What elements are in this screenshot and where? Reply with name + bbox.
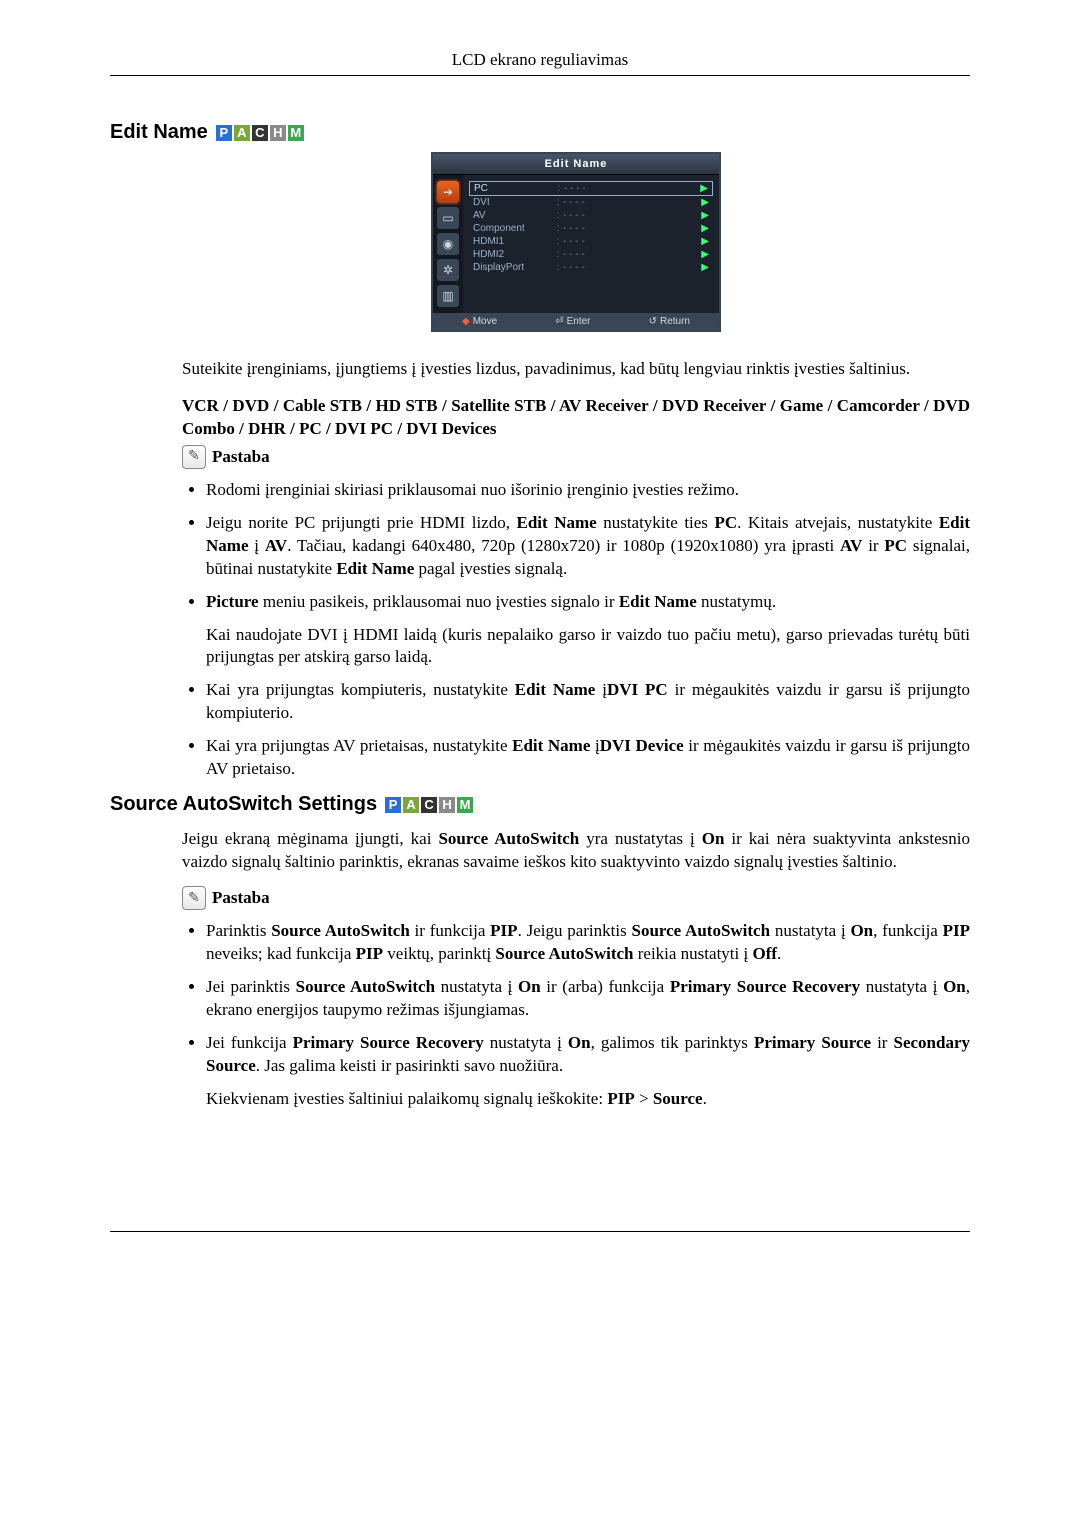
section-title: Source AutoSwitch Settings	[110, 793, 377, 816]
osd-row-value: - - - -	[564, 183, 700, 194]
osd-list: PC : - - - - ▶ DVI:- - - -▶ AV:- - - -▶ …	[463, 175, 719, 313]
osd-icon-sound: ◉	[437, 233, 459, 255]
bullet-item: Jeigu norite PC prijungti prie HDMI lizd…	[206, 512, 970, 581]
footer-rule	[110, 1231, 970, 1232]
bullet-item: Jei funkcija Primary Source Recovery nus…	[206, 1032, 970, 1111]
arrow-right-icon: ▶	[701, 236, 709, 247]
osd-footer: ◆Move ⏎Enter ↺Return	[433, 313, 719, 330]
badge-h-icon: H	[439, 797, 455, 813]
osd-row[interactable]: Component:- - - -▶	[469, 222, 713, 235]
arrow-right-icon: ▶	[701, 210, 709, 221]
badge-m-icon: M	[288, 125, 304, 141]
arrow-right-icon: ▶	[701, 223, 709, 234]
osd-hint-move: ◆Move	[462, 316, 497, 327]
arrow-right-icon: ▶	[701, 197, 709, 208]
osd-row[interactable]: HDMI2:- - - -▶	[469, 248, 713, 261]
bullet-item: Jei parinktis Source AutoSwitch nustatyt…	[206, 976, 970, 1022]
badge-a-icon: A	[403, 797, 419, 813]
section-autoswitch-content: Jeigu ekraną mėginama įjungti, kai Sourc…	[182, 828, 970, 1110]
osd-row[interactable]: DVI:- - - -▶	[469, 196, 713, 209]
badge-h-icon: H	[270, 125, 286, 141]
badge-c-icon: C	[421, 797, 437, 813]
osd-row[interactable]: PC : - - - - ▶	[469, 181, 713, 196]
section-title: Edit Name	[110, 121, 208, 144]
section-edit-name-heading: Edit Name P A C H M	[110, 121, 970, 144]
bullet-item: Parinktis Source AutoSwitch ir funkcija …	[206, 920, 970, 966]
page-header: LCD ekrano reguliavimas	[110, 50, 970, 76]
bullet-item: Kai yra prijungtas AV prietaisas, nustat…	[206, 735, 970, 781]
note-label: Pastaba	[212, 888, 270, 908]
arrow-right-icon: ▶	[701, 249, 709, 260]
osd-sidebar: ➜ ▭ ◉ ✲ ▥	[433, 175, 463, 313]
sub-paragraph: Kiekvienam įvesties šaltiniui palaikomų …	[206, 1088, 970, 1111]
osd-panel: Edit Name ➜ ▭ ◉ ✲ ▥ PC : - - - - ▶ DVI:-…	[431, 152, 721, 332]
bullet-list: Parinktis Source AutoSwitch ir funkcija …	[182, 920, 970, 1111]
osd-icon-input: ➜	[437, 181, 459, 203]
badge-p-icon: P	[385, 797, 401, 813]
bullet-item: Kai yra prijungtas kompiuteris, nustatyk…	[206, 679, 970, 725]
bullet-item: Rodomi įrenginiai skiriasi priklausomai …	[206, 479, 970, 502]
bullet-list: Rodomi įrenginiai skiriasi priklausomai …	[182, 479, 970, 781]
note-icon: ✎	[182, 445, 206, 469]
note: ✎ Pastaba	[182, 445, 970, 469]
osd-hint-return: ↺Return	[649, 316, 690, 327]
arrow-right-icon: ▶	[700, 183, 708, 194]
note-icon: ✎	[182, 886, 206, 910]
badge-a-icon: A	[234, 125, 250, 141]
osd-row[interactable]: HDMI1:- - - -▶	[469, 235, 713, 248]
osd-row[interactable]: DisplayPort:- - - -▶	[469, 261, 713, 274]
osd-row-label: PC	[474, 183, 554, 194]
osd-icon-picture: ▭	[437, 207, 459, 229]
options-list: VCR / DVD / Cable STB / HD STB / Satelli…	[182, 395, 970, 441]
note: ✎ Pastaba	[182, 886, 970, 910]
badge-c-icon: C	[252, 125, 268, 141]
bullet-item: Picture meniu pasikeis, priklausomai nuo…	[206, 591, 970, 670]
osd-icon-setup: ✲	[437, 259, 459, 281]
osd-icon-multi: ▥	[437, 285, 459, 307]
badge-p-icon: P	[216, 125, 232, 141]
section-autoswitch-heading: Source AutoSwitch Settings P A C H M	[110, 793, 970, 816]
arrow-right-icon: ▶	[701, 262, 709, 273]
mode-badges: P A C H M	[385, 797, 473, 813]
osd-hint-enter: ⏎Enter	[555, 316, 590, 327]
section-edit-name-content: Edit Name ➜ ▭ ◉ ✲ ▥ PC : - - - - ▶ DVI:-…	[182, 152, 970, 781]
intro-paragraph: Suteikite įrenginiams, įjungtiems į įves…	[182, 358, 970, 381]
mode-badges: P A C H M	[216, 125, 304, 141]
intro-paragraph: Jeigu ekraną mėginama įjungti, kai Sourc…	[182, 828, 970, 874]
sub-paragraph: Kai naudojate DVI į HDMI laidą (kuris ne…	[206, 624, 970, 670]
osd-row[interactable]: AV:- - - -▶	[469, 209, 713, 222]
note-label: Pastaba	[212, 447, 270, 467]
badge-m-icon: M	[457, 797, 473, 813]
osd-title: Edit Name	[433, 154, 719, 175]
